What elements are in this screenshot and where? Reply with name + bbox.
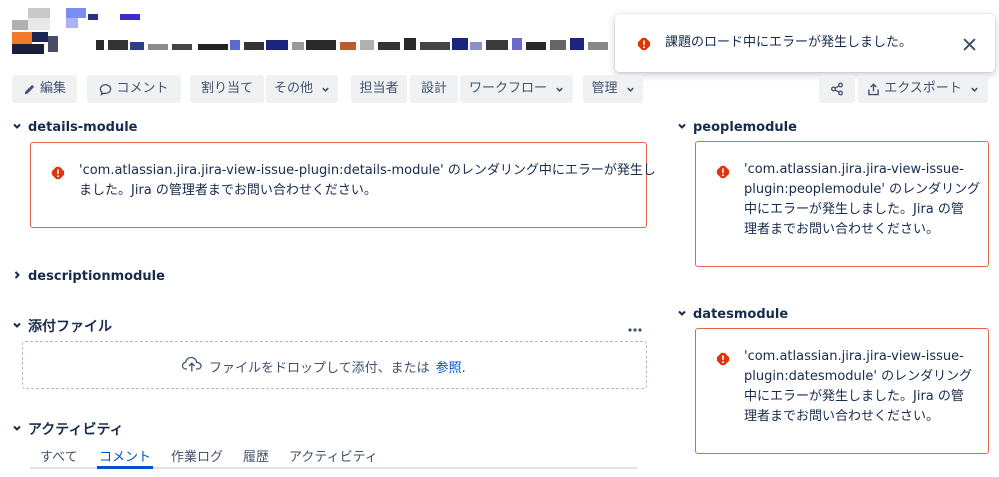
tab-worklog[interactable]: 作業ログ: [171, 446, 223, 465]
workflow-label: ワークフロー: [468, 81, 547, 96]
admin-label: 管理: [591, 81, 618, 96]
active-tab-indicator: [97, 466, 153, 469]
dates-module-header[interactable]: datesmodule: [677, 307, 788, 322]
description-module-title: descriptionmodule: [28, 269, 165, 284]
details-module-header[interactable]: details-module: [12, 120, 137, 135]
error-line: 中にエラーが発生しました。Jira の管: [744, 389, 964, 404]
chevron-down-icon: [321, 85, 330, 94]
chevron-down-icon: [12, 318, 22, 334]
chevron-down-icon: [12, 421, 22, 437]
dates-error-box: 'com.atlassian.jira.jira-view-issue- plu…: [695, 328, 989, 454]
details-module-title: details-module: [28, 120, 138, 135]
attachments-header[interactable]: 添付ファイル: [12, 316, 112, 336]
dropzone-text: ファイルをドロップして添付、または: [209, 360, 430, 376]
admin-dropdown[interactable]: 管理: [583, 75, 643, 103]
dates-module-title: datesmodule: [693, 307, 789, 322]
activity-header[interactable]: アクティビティ: [12, 419, 124, 439]
people-module-header[interactable]: peoplemodule: [677, 120, 797, 135]
share-icon: [830, 82, 844, 96]
tab-all[interactable]: すべて: [40, 446, 78, 465]
error-line: ました。Jira の管理者までお問い合わせください。: [79, 183, 377, 198]
error-line: 理者までお問い合わせください。: [744, 222, 940, 237]
chevron-down-icon: [555, 85, 564, 94]
browse-link[interactable]: 参照.: [436, 357, 466, 376]
comment-button[interactable]: コメント: [87, 75, 181, 103]
people-module-title: peoplemodule: [693, 120, 797, 135]
design-button[interactable]: 設計: [410, 75, 458, 103]
error-icon: [637, 36, 651, 55]
cloud-upload-icon: [181, 355, 203, 377]
chevron-down-icon: [677, 307, 687, 322]
error-icon: [51, 165, 65, 184]
people-error-box: 'com.atlassian.jira.jira-view-issue- plu…: [695, 141, 989, 267]
more-icon[interactable]: [627, 319, 643, 338]
flag-message: 課題のロード中にエラーが発生しました。: [665, 35, 913, 50]
error-line: plugin:peoplemodule' のレンダリング: [744, 182, 981, 197]
activity-title: アクティビティ: [28, 422, 124, 438]
chevron-down-icon: [970, 85, 979, 94]
dates-error-message: 'com.atlassian.jira.jira-view-issue- plu…: [744, 347, 984, 427]
description-module-header[interactable]: descriptionmodule: [12, 269, 165, 284]
workflow-dropdown[interactable]: ワークフロー: [460, 75, 573, 103]
edit-label: 編集: [39, 81, 66, 96]
error-flag: 課題のロード中にエラーが発生しました。: [615, 14, 995, 72]
chevron-down-icon: [626, 85, 635, 94]
error-line: 'com.atlassian.jira.jira-view-issue-plug…: [79, 163, 656, 178]
chevron-right-icon: [12, 269, 22, 284]
more-dropdown[interactable]: その他: [266, 75, 338, 103]
assign-label: 割り当て: [200, 81, 253, 96]
tab-history[interactable]: 履歴: [243, 446, 269, 465]
error-line: 理者までお問い合わせください。: [744, 409, 940, 424]
error-line: plugin:datesmodule' のレンダリング: [744, 369, 973, 384]
export-dropdown[interactable]: エクスポート: [858, 75, 988, 103]
design-label: 設計: [420, 81, 447, 96]
assign-button[interactable]: 割り当て: [190, 75, 264, 103]
comment-icon: [99, 83, 112, 96]
error-icon: [716, 351, 730, 370]
error-line: 'com.atlassian.jira.jira-view-issue-: [744, 162, 964, 177]
pencil-icon: [23, 83, 36, 96]
export-label: エクスポート: [884, 81, 962, 96]
error-line: 'com.atlassian.jira.jira-view-issue-: [744, 349, 964, 364]
redacted-header: [0, 0, 610, 62]
tab-activity[interactable]: アクティビティ: [289, 446, 378, 465]
details-error-message: 'com.atlassian.jira.jira-view-issue-plug…: [79, 161, 656, 201]
assignee-label: 担当者: [359, 81, 399, 96]
attachment-dropzone[interactable]: ファイルをドロップして添付、または 参照.: [22, 341, 647, 389]
share-button[interactable]: [819, 75, 855, 103]
more-label: その他: [273, 81, 313, 96]
error-line: 中にエラーが発生しました。Jira の管: [744, 202, 964, 217]
error-icon: [716, 164, 730, 183]
details-error-box: 'com.atlassian.jira.jira-view-issue-plug…: [30, 142, 656, 228]
attachments-title: 添付ファイル: [28, 319, 112, 335]
comment-label: コメント: [116, 81, 169, 96]
close-icon[interactable]: [963, 36, 976, 55]
edit-button[interactable]: 編集: [12, 75, 77, 103]
people-error-message: 'com.atlassian.jira.jira-view-issue- plu…: [744, 160, 984, 240]
chevron-down-icon: [12, 120, 22, 135]
assignee-button[interactable]: 担当者: [351, 75, 407, 103]
tab-comments[interactable]: コメント: [99, 446, 151, 465]
export-icon: [867, 82, 880, 96]
chevron-down-icon: [677, 120, 687, 135]
